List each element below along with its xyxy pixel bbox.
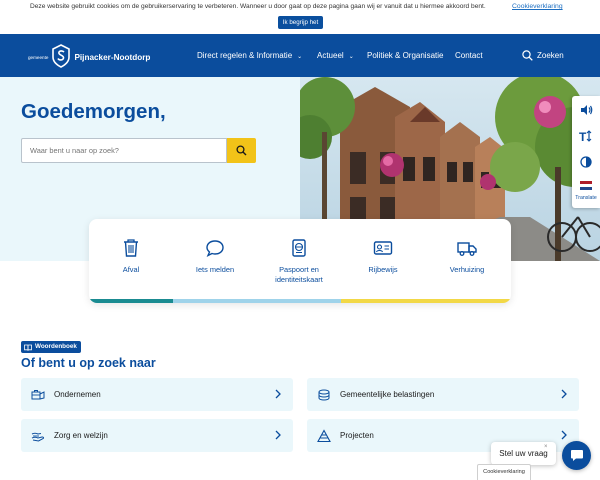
card-stripe-lightblue bbox=[173, 299, 341, 303]
topic-zorg-en-welzijn[interactable]: Zorg en welzijn bbox=[21, 419, 293, 452]
badge-label: Woordenboek bbox=[35, 343, 77, 350]
municipality-logo[interactable]: gemeente Pijnacker-Nootdorp bbox=[28, 43, 150, 69]
hero-search-button[interactable] bbox=[227, 138, 256, 163]
service-label: Iets melden bbox=[195, 265, 235, 274]
greeting-heading: Goedemorgen, bbox=[21, 100, 166, 123]
logo-prefix: gemeente bbox=[28, 55, 49, 60]
chat-icon bbox=[570, 450, 583, 461]
translate-button[interactable] bbox=[572, 175, 600, 195]
logo-name: Pijnacker-Nootdorp bbox=[74, 53, 151, 62]
service-label: Rijbewijs bbox=[368, 265, 398, 274]
cookie-message: Deze website gebruikt cookies om de gebr… bbox=[30, 3, 486, 10]
contrast-icon bbox=[580, 156, 592, 168]
chevron-right-icon bbox=[561, 430, 567, 440]
nav-label: Politiek & Organisatie bbox=[367, 51, 444, 60]
chat-prompt-text: Stel uw vraag bbox=[499, 449, 548, 458]
card-stripe-teal bbox=[89, 299, 173, 303]
topic-gemeentelijke-belastingen[interactable]: Gemeentelijke belastingen bbox=[307, 378, 579, 411]
service-label: Afval bbox=[122, 265, 140, 274]
translate-label: Translate bbox=[575, 195, 597, 201]
service-verhuizing[interactable]: Verhuizing bbox=[425, 219, 509, 299]
service-rijbewijs[interactable]: Rijbewijs bbox=[341, 219, 425, 299]
site-header: gemeente Pijnacker-Nootdorp Direct regel… bbox=[0, 34, 600, 77]
nav-label: Direct regelen & Informatie bbox=[197, 51, 293, 60]
chat-open-button[interactable] bbox=[562, 441, 591, 470]
header-search-button[interactable]: Zoeken bbox=[522, 34, 564, 77]
svg-text:T: T bbox=[579, 130, 587, 142]
search-icon bbox=[522, 50, 533, 61]
services-card: Afval Iets melden Paspoort en identiteit… bbox=[89, 219, 511, 303]
logo-mark-icon bbox=[52, 44, 71, 68]
service-iets-melden[interactable]: Iets melden bbox=[173, 219, 257, 299]
service-label: Verhuizing bbox=[449, 265, 485, 274]
cookie-policy-link[interactable]: Cookieverklaring bbox=[512, 3, 563, 10]
chat-prompt-close-icon[interactable]: × bbox=[544, 444, 548, 450]
topic-label: Zorg en welzijn bbox=[54, 431, 108, 440]
passport-icon bbox=[292, 239, 306, 257]
speech-bubble-icon bbox=[206, 240, 224, 257]
section-title: Of bent u op zoek naar bbox=[21, 356, 156, 370]
nav-label: Actueel bbox=[317, 51, 344, 60]
hero-search-input[interactable] bbox=[21, 138, 227, 163]
truck-icon bbox=[457, 242, 477, 256]
construction-icon bbox=[317, 429, 331, 443]
nav-direct-regelen[interactable]: Direct regelen & Informatie ⌄ bbox=[197, 34, 302, 77]
id-card-icon bbox=[373, 241, 393, 255]
read-aloud-button[interactable] bbox=[572, 97, 600, 123]
coins-icon bbox=[318, 389, 330, 401]
cookie-statement-tab[interactable]: Cookieverklaring bbox=[477, 464, 531, 480]
text-size-button[interactable]: T bbox=[572, 123, 600, 149]
cookie-bar: Deze website gebruikt cookies om de gebr… bbox=[0, 0, 600, 34]
dictionary-badge[interactable]: Woordenboek bbox=[21, 341, 81, 353]
text-size-icon: T bbox=[579, 130, 592, 142]
speaker-icon bbox=[580, 105, 592, 115]
nav-label: Contact bbox=[455, 51, 483, 60]
card-stripe-yellow bbox=[341, 299, 511, 303]
topic-ondernemen[interactable]: Ondernemen bbox=[21, 378, 293, 411]
service-label: Paspoort en identiteitskaart bbox=[275, 265, 323, 284]
chevron-right-icon bbox=[275, 389, 281, 399]
search-icon bbox=[236, 145, 247, 156]
nav-actueel[interactable]: Actueel ⌄ bbox=[317, 34, 354, 77]
search-label: Zoeken bbox=[537, 51, 564, 60]
accessibility-toolbar: T Translate bbox=[572, 96, 600, 208]
service-afval[interactable]: Afval bbox=[89, 219, 173, 299]
nav-politiek-organisatie[interactable]: Politiek & Organisatie bbox=[367, 34, 443, 77]
dutch-flag-icon bbox=[580, 180, 592, 190]
nav-contact[interactable]: Contact bbox=[455, 34, 483, 77]
chevron-down-icon: ⌄ bbox=[297, 54, 303, 60]
care-hands-icon bbox=[31, 432, 45, 442]
chevron-right-icon bbox=[561, 389, 567, 399]
topic-label: Ondernemen bbox=[54, 390, 101, 399]
chevron-down-icon: ⌄ bbox=[348, 54, 354, 60]
topic-label: Gemeentelijke belastingen bbox=[340, 390, 435, 399]
contrast-button[interactable] bbox=[572, 149, 600, 175]
service-paspoort[interactable]: Paspoort en identiteitskaart bbox=[257, 219, 341, 299]
cookie-accept-button[interactable]: Ik begrijp het bbox=[278, 16, 323, 29]
topic-label: Projecten bbox=[340, 431, 374, 440]
business-icon bbox=[31, 390, 45, 400]
book-icon bbox=[24, 344, 32, 351]
trash-icon bbox=[124, 239, 138, 257]
chevron-right-icon bbox=[275, 430, 281, 440]
